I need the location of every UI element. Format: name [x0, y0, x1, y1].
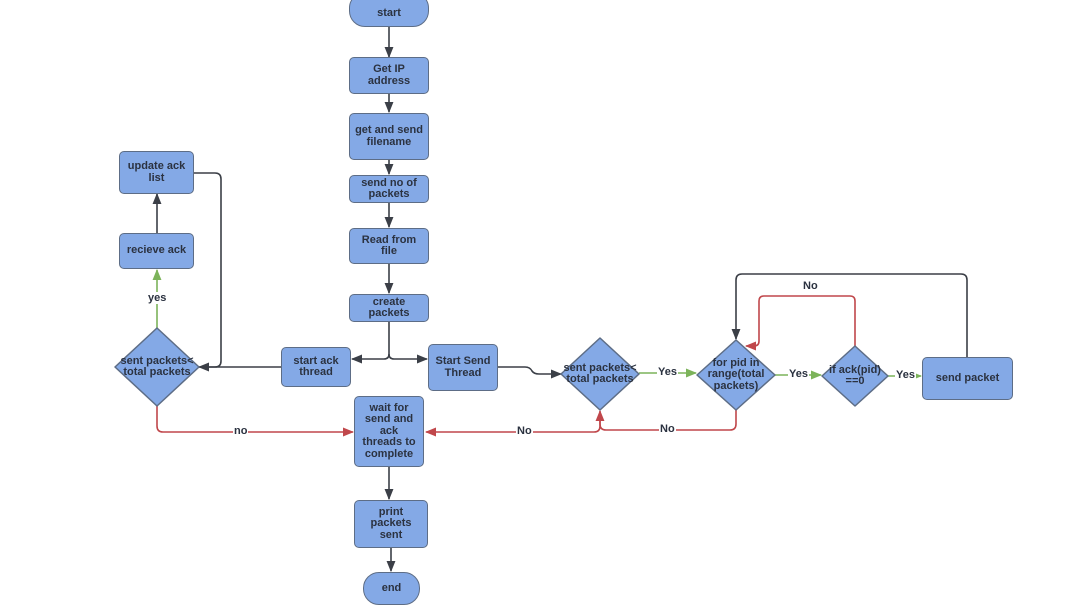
start-send-thread-node[interactable]: Start Send Thread	[428, 344, 498, 391]
start-ack-thread-node[interactable]: start ack thread	[281, 347, 351, 387]
get-ip-node[interactable]: Get IP address	[349, 57, 429, 94]
send-no-packets-node[interactable]: send no of packets	[349, 175, 429, 203]
edge-create-send-thread	[388, 353, 429, 364]
print-packets-node[interactable]: print packets sent	[354, 500, 428, 548]
edge-if-no	[744, 295, 856, 351]
edge-label-ack-yes: yes	[147, 292, 168, 304]
recieve-ack-node[interactable]: recieve ack	[119, 233, 194, 269]
edge-send-no	[424, 416, 601, 437]
edge-label-for-yes: Yes	[788, 368, 809, 380]
end-node[interactable]: end	[363, 572, 420, 605]
wait-threads-node[interactable]: wait for send and ack threads to complet…	[354, 396, 424, 467]
get-filename-node[interactable]: get and send filename	[349, 113, 429, 160]
edge-label-send-yes: Yes	[657, 366, 678, 378]
read-file-node[interactable]: Read from file	[349, 228, 429, 264]
send-decision-diamond[interactable]	[560, 337, 640, 411]
edge-label-for-no: No	[659, 423, 676, 435]
for-pid-diamond[interactable]	[696, 339, 776, 411]
edge-label-if-no: No	[802, 280, 819, 292]
edges-layer	[114, 27, 968, 573]
edge-send-thread-decision	[498, 366, 563, 379]
edge-label-send-no: No	[516, 425, 533, 437]
edge-create-ack-thread	[350, 322, 390, 364]
send-packet-node[interactable]: send packet	[922, 357, 1013, 400]
edge-ack-no	[156, 406, 355, 437]
ack-decision-diamond[interactable]	[114, 327, 200, 407]
flowchart-canvas: start Get IP address get and send filena…	[0, 0, 1080, 608]
create-packets-node[interactable]: create packets	[349, 294, 429, 322]
if-ack-diamond[interactable]	[821, 345, 889, 407]
edge-label-if-yes: Yes	[895, 369, 916, 381]
edge-label-ack-no: no	[233, 425, 249, 437]
start-node[interactable]: start	[349, 0, 429, 27]
edge-send-packet-loop	[731, 273, 968, 357]
update-ack-list-node[interactable]: update ack list	[119, 151, 194, 194]
edge-update-loop	[194, 172, 222, 368]
